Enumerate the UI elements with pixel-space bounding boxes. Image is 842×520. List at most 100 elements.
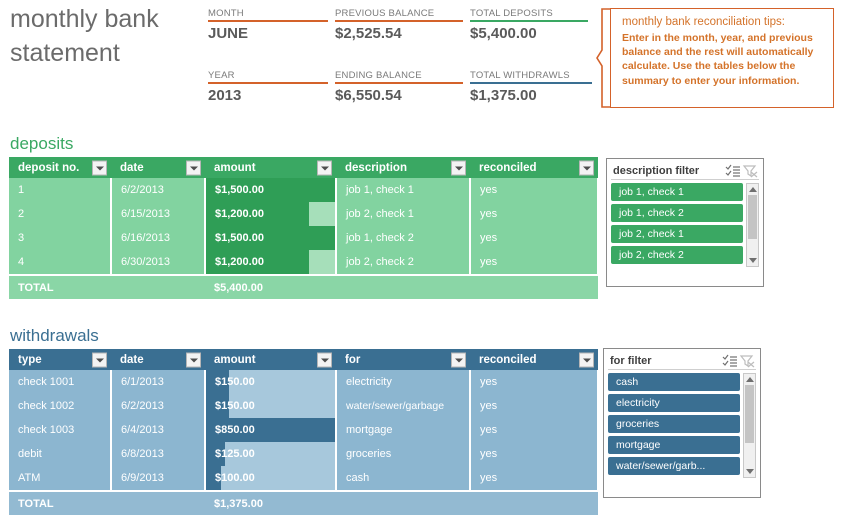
cell-amount-value: $1,500.00 xyxy=(215,232,264,244)
table-row[interactable]: 2 6/15/2013 $1,200.00 job 2, check 1 yes xyxy=(9,202,599,226)
slicer-item[interactable]: cash xyxy=(608,373,740,391)
filter-dropdown-icon[interactable] xyxy=(579,160,594,175)
cell-amount-value: $850.00 xyxy=(215,424,255,436)
filter-dropdown-icon[interactable] xyxy=(579,352,594,367)
cell-amount: $850.00 xyxy=(205,418,337,442)
cell-type: check 1002 xyxy=(9,394,112,418)
table-row[interactable]: 3 6/16/2013 $1,500.00 job 1, check 2 yes xyxy=(9,226,599,250)
cell-description: job 2, check 1 xyxy=(336,202,471,226)
table-row[interactable]: 4 6/30/2013 $1,200.00 job 2, check 2 yes xyxy=(9,250,599,275)
scroll-down-icon[interactable] xyxy=(747,255,758,266)
field-value: $1,375.00 xyxy=(470,87,537,104)
total-amount: $5,400.00 xyxy=(205,274,336,299)
field-label: YEAR xyxy=(208,70,235,81)
filter-dropdown-icon[interactable] xyxy=(92,352,107,367)
column-label: type xyxy=(18,353,42,366)
cell-amount-value: $100.00 xyxy=(215,472,255,484)
table-row[interactable]: 1 6/2/2013 $1,500.00 job 1, check 1 yes xyxy=(9,178,599,202)
column-header-deposit-no[interactable]: deposit no. xyxy=(9,157,111,178)
slicer-item[interactable]: mortgage xyxy=(608,436,740,454)
summary-field-ending-balance[interactable]: ENDING BALANCE $6,550.54 xyxy=(335,70,463,104)
description-filter-slicer[interactable]: description filter job 1, check 1 job 1,… xyxy=(606,158,764,287)
table-row[interactable]: debit 6/8/2013 $125.00 groceries yes xyxy=(9,442,599,466)
total-spacer xyxy=(111,274,205,299)
withdrawals-total-row: TOTAL $1,375.00 xyxy=(9,490,598,515)
field-label: TOTAL DEPOSITS xyxy=(470,8,553,19)
cell-deposit-no: 1 xyxy=(9,178,112,202)
field-label: ENDING BALANCE xyxy=(335,70,422,81)
column-header-for[interactable]: for xyxy=(336,349,470,370)
filter-dropdown-icon[interactable] xyxy=(317,352,332,367)
column-header-amount[interactable]: amount xyxy=(205,349,336,370)
tips-callout: monthly bank reconciliation tips: Enter … xyxy=(610,8,834,108)
slicer-item[interactable]: water/sewer/garb... xyxy=(608,457,740,475)
cell-date: 6/1/2013 xyxy=(111,370,206,394)
total-spacer xyxy=(470,490,598,515)
cell-type: ATM xyxy=(9,466,112,491)
summary-field-month[interactable]: MONTH JUNE xyxy=(208,8,328,42)
column-label: amount xyxy=(214,161,256,174)
for-filter-slicer[interactable]: for filter cash electricity groceries mo… xyxy=(603,348,761,498)
column-header-amount[interactable]: amount xyxy=(205,157,336,178)
slicer-item[interactable]: electricity xyxy=(608,394,740,412)
column-header-date[interactable]: date xyxy=(111,157,205,178)
field-value: $5,400.00 xyxy=(470,25,537,42)
filter-dropdown-icon[interactable] xyxy=(186,160,201,175)
slicer-item[interactable]: job 2, check 1 xyxy=(611,225,743,243)
field-label: TOTAL WITHDRAWLS xyxy=(470,70,570,81)
slicer-scrollbar[interactable] xyxy=(743,373,756,478)
total-spacer xyxy=(336,274,470,299)
scrollbar-thumb[interactable] xyxy=(748,195,757,239)
summary-field-previous-balance[interactable]: PREVIOUS BALANCE $2,525.54 xyxy=(335,8,463,42)
slicer-item[interactable]: job 1, check 1 xyxy=(611,183,743,201)
column-label: deposit no. xyxy=(18,161,80,174)
slicer-body: job 1, check 1 job 1, check 2 job 2, che… xyxy=(611,183,759,267)
scrollbar-thumb[interactable] xyxy=(745,385,754,443)
cell-amount: $1,200.00 xyxy=(205,250,337,275)
cell-for: electricity xyxy=(336,370,471,394)
column-header-type[interactable]: type xyxy=(9,349,111,370)
cell-for: mortgage xyxy=(336,418,471,442)
column-header-date[interactable]: date xyxy=(111,349,205,370)
slicer-item[interactable]: job 2, check 2 xyxy=(611,246,743,264)
summary-field-year[interactable]: YEAR 2013 xyxy=(208,70,328,104)
column-header-reconciled[interactable]: reconciled xyxy=(470,349,598,370)
column-header-description[interactable]: description xyxy=(336,157,470,178)
deposits-header-row: deposit no. date amount description reco… xyxy=(9,157,598,178)
summary-field-total-withdrawals[interactable]: TOTAL WITHDRAWLS $1,375.00 xyxy=(470,70,592,104)
filter-dropdown-icon[interactable] xyxy=(451,352,466,367)
filter-dropdown-icon[interactable] xyxy=(317,160,332,175)
multi-select-icon[interactable] xyxy=(722,354,739,368)
cell-for: groceries xyxy=(336,442,471,466)
filter-dropdown-icon[interactable] xyxy=(186,352,201,367)
table-row[interactable]: check 1003 6/4/2013 $850.00 mortgage yes xyxy=(9,418,599,442)
cell-type: debit xyxy=(9,442,112,466)
scroll-up-icon[interactable] xyxy=(747,184,758,195)
filter-dropdown-icon[interactable] xyxy=(451,160,466,175)
filter-dropdown-icon[interactable] xyxy=(92,160,107,175)
slicer-scrollbar[interactable] xyxy=(746,183,759,267)
cell-amount-value: $150.00 xyxy=(215,400,255,412)
cell-amount: $150.00 xyxy=(205,370,337,394)
table-row[interactable]: ATM 6/9/2013 $100.00 cash yes xyxy=(9,466,599,491)
summary-field-total-deposits[interactable]: TOTAL DEPOSITS $5,400.00 xyxy=(470,8,588,42)
slicer-item[interactable]: groceries xyxy=(608,415,740,433)
column-header-reconciled[interactable]: reconciled xyxy=(470,157,598,178)
table-row[interactable]: check 1001 6/1/2013 $150.00 electricity … xyxy=(9,370,599,394)
cell-date: 6/15/2013 xyxy=(111,202,206,226)
cell-amount: $1,500.00 xyxy=(205,178,337,202)
cell-type: check 1001 xyxy=(9,370,112,394)
clear-filter-icon[interactable] xyxy=(739,354,756,368)
page-title: monthly bank statement xyxy=(10,5,159,67)
cell-deposit-no: 4 xyxy=(9,250,112,275)
multi-select-icon[interactable] xyxy=(725,164,742,178)
deposits-total-row: TOTAL $5,400.00 xyxy=(9,274,598,299)
scroll-down-icon[interactable] xyxy=(744,466,755,477)
scroll-up-icon[interactable] xyxy=(744,374,755,385)
clear-filter-icon[interactable] xyxy=(742,164,759,178)
cell-date: 6/8/2013 xyxy=(111,442,206,466)
slicer-item[interactable]: job 1, check 2 xyxy=(611,204,743,222)
cell-date: 6/4/2013 xyxy=(111,418,206,442)
cell-for: water/sewer/garbage xyxy=(336,394,471,418)
table-row[interactable]: check 1002 6/2/2013 $150.00 water/sewer/… xyxy=(9,394,599,418)
